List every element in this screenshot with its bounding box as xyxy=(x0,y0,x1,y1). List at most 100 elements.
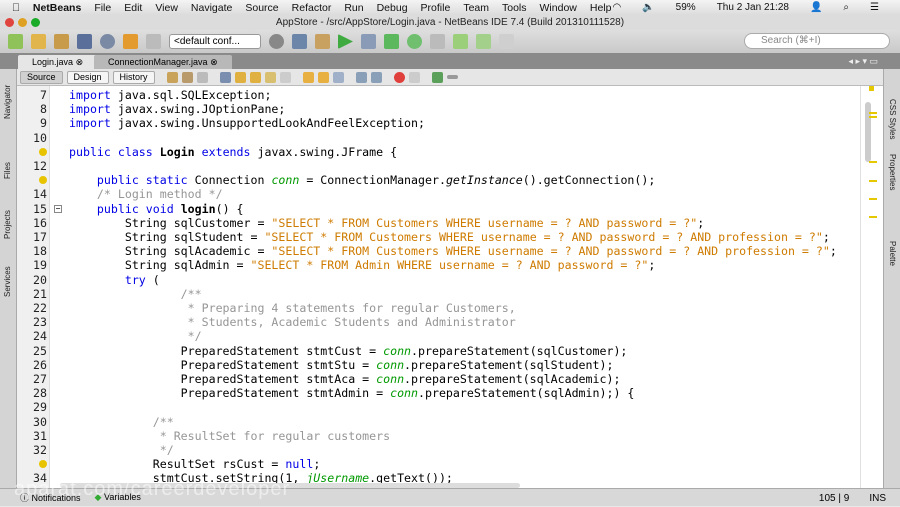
code-line[interactable]: import javax.swing.JOptionPane; xyxy=(69,102,285,116)
layout-icon[interactable] xyxy=(430,34,445,49)
next-bookmark-icon[interactable] xyxy=(317,71,329,83)
zoom-window-button[interactable] xyxy=(31,18,40,27)
start-macro-icon[interactable] xyxy=(393,71,405,83)
wifi-icon[interactable]: ◠ xyxy=(612,2,621,13)
code-line[interactable]: PreparedStatement stmtAca = conn.prepare… xyxy=(69,372,621,386)
code-line[interactable]: * ResultSet for regular customers xyxy=(69,429,390,443)
code-line[interactable]: try ( xyxy=(69,273,160,287)
find-previous-icon[interactable] xyxy=(234,71,246,83)
vertical-scrollbar[interactable] xyxy=(865,102,871,162)
rect-select-icon[interactable] xyxy=(279,71,291,83)
config-select[interactable]: <default conf... xyxy=(169,34,261,49)
menu-edit[interactable]: Edit xyxy=(124,2,142,14)
tab-nav-buttons[interactable]: ◂ ▸ ▾ ▭ xyxy=(848,56,878,67)
code-line[interactable]: public void login() { xyxy=(69,202,244,216)
list-icon[interactable]: ☰ xyxy=(870,2,879,13)
battery-status[interactable]: 59% xyxy=(676,2,696,13)
menu-team[interactable]: Team xyxy=(463,2,489,14)
menu-file[interactable]: File xyxy=(94,2,111,14)
code-line[interactable]: import javax.swing.UnsupportedLookAndFee… xyxy=(69,116,425,130)
panel-properties[interactable]: Properties xyxy=(888,154,897,190)
undo-icon[interactable] xyxy=(123,34,138,49)
open-project-icon[interactable] xyxy=(54,34,69,49)
code-line[interactable]: /** xyxy=(69,287,202,301)
forward-icon[interactable] xyxy=(196,71,208,83)
apple-icon[interactable]:  xyxy=(12,2,20,14)
panel-navigator[interactable]: Navigator xyxy=(3,85,12,119)
prev-bookmark-icon[interactable] xyxy=(302,71,314,83)
close-tab-icon[interactable]: ⊗ xyxy=(210,57,218,67)
tab-connection-manager[interactable]: ConnectionManager.java ⊗ xyxy=(94,55,232,69)
spotlight-icon[interactable]: ⌕ xyxy=(843,2,849,13)
code-line[interactable]: */ xyxy=(69,443,174,457)
history-button[interactable]: History xyxy=(112,70,155,84)
monitor-icon[interactable] xyxy=(499,34,514,49)
toggle-bookmark-icon[interactable] xyxy=(332,71,344,83)
panel-css-styles[interactable]: CSS Styles xyxy=(888,99,897,139)
code-line[interactable]: public static Connection conn = Connecti… xyxy=(69,173,655,187)
uncomment-icon[interactable] xyxy=(446,75,458,79)
new-project-icon[interactable] xyxy=(31,34,46,49)
code-line[interactable]: /* Login method */ xyxy=(69,187,223,201)
code-line[interactable]: * Preparing 4 statements for regular Cus… xyxy=(69,301,516,315)
shift-right-icon[interactable] xyxy=(370,71,382,83)
menu-source[interactable]: Source xyxy=(245,2,278,14)
code-line[interactable]: /** xyxy=(69,415,174,429)
save-all-icon[interactable] xyxy=(77,34,92,49)
gc-icon[interactable] xyxy=(453,34,468,49)
menu-debug[interactable]: Debug xyxy=(377,2,408,14)
code-line[interactable]: String sqlAdmin = "SELECT * FROM Admin W… xyxy=(69,258,656,272)
menu-refactor[interactable]: Refactor xyxy=(292,2,332,14)
run-icon[interactable] xyxy=(338,34,353,49)
volume-icon[interactable]: 🔈 xyxy=(642,2,654,13)
panel-services[interactable]: Services xyxy=(3,266,12,297)
panel-projects[interactable]: Projects xyxy=(3,210,12,239)
user-icon[interactable]: 👤 xyxy=(810,2,822,13)
code-line[interactable]: * Students, Academic Students and Admini… xyxy=(69,315,516,329)
memory-icon[interactable] xyxy=(476,34,491,49)
close-tab-icon[interactable]: ⊗ xyxy=(76,57,84,67)
find-icon[interactable] xyxy=(219,71,231,83)
menu-run[interactable]: Run xyxy=(344,2,363,14)
code-line[interactable]: */ xyxy=(69,329,202,343)
clean-build-icon[interactable] xyxy=(315,34,330,49)
toggle-highlight-icon[interactable] xyxy=(264,71,276,83)
step-icon[interactable] xyxy=(384,34,399,49)
last-edit-icon[interactable] xyxy=(166,71,178,83)
browser-icon[interactable] xyxy=(269,34,284,49)
close-window-button[interactable] xyxy=(5,18,14,27)
panel-files[interactable]: Files xyxy=(3,162,12,179)
tab-login-java[interactable]: Login.java ⊗ xyxy=(18,55,98,69)
code-line[interactable]: public class Login extends javax.swing.J… xyxy=(69,145,397,159)
stop-macro-icon[interactable] xyxy=(408,71,420,83)
code-line[interactable]: import java.sql.SQLException; xyxy=(69,88,271,102)
comment-icon[interactable] xyxy=(431,71,443,83)
hint-bulb-icon[interactable] xyxy=(39,147,47,156)
code-line[interactable]: PreparedStatement stmtCust = conn.prepar… xyxy=(69,344,628,358)
profile-icon[interactable] xyxy=(407,34,422,49)
menu-tools[interactable]: Tools xyxy=(502,2,527,14)
shift-left-icon[interactable] xyxy=(355,71,367,83)
search-input[interactable]: Search (⌘+I) xyxy=(744,33,890,49)
menu-window[interactable]: Window xyxy=(540,2,577,14)
design-button[interactable]: Design xyxy=(66,70,109,84)
new-file-icon[interactable] xyxy=(8,34,23,49)
code-line[interactable]: PreparedStatement stmtStu = conn.prepare… xyxy=(69,358,614,372)
back-icon[interactable] xyxy=(181,71,193,83)
code-line[interactable]: String sqlCustomer = "SELECT * FROM Cust… xyxy=(69,216,704,230)
minimize-window-button[interactable] xyxy=(18,18,27,27)
panel-palette[interactable]: Palette xyxy=(888,241,897,266)
redo-icon[interactable] xyxy=(146,34,161,49)
menu-app[interactable]: NetBeans xyxy=(33,2,81,14)
code-line[interactable]: ResultSet rsCust = null; xyxy=(69,457,321,471)
menu-view[interactable]: View xyxy=(155,2,178,14)
clock[interactable]: Thu 2 Jan 21:28 xyxy=(717,2,789,13)
preview-icon[interactable] xyxy=(100,34,115,49)
source-button[interactable]: Source xyxy=(20,70,63,84)
fold-icon[interactable]: − xyxy=(54,204,62,213)
code-line[interactable]: String sqlAcademic = "SELECT * FROM Cust… xyxy=(69,244,837,258)
build-icon[interactable] xyxy=(292,34,307,49)
debug-icon[interactable] xyxy=(361,34,376,49)
code-line[interactable]: String sqlStudent = "SELECT * FROM Custo… xyxy=(69,230,830,244)
menu-help[interactable]: Help xyxy=(590,2,612,14)
